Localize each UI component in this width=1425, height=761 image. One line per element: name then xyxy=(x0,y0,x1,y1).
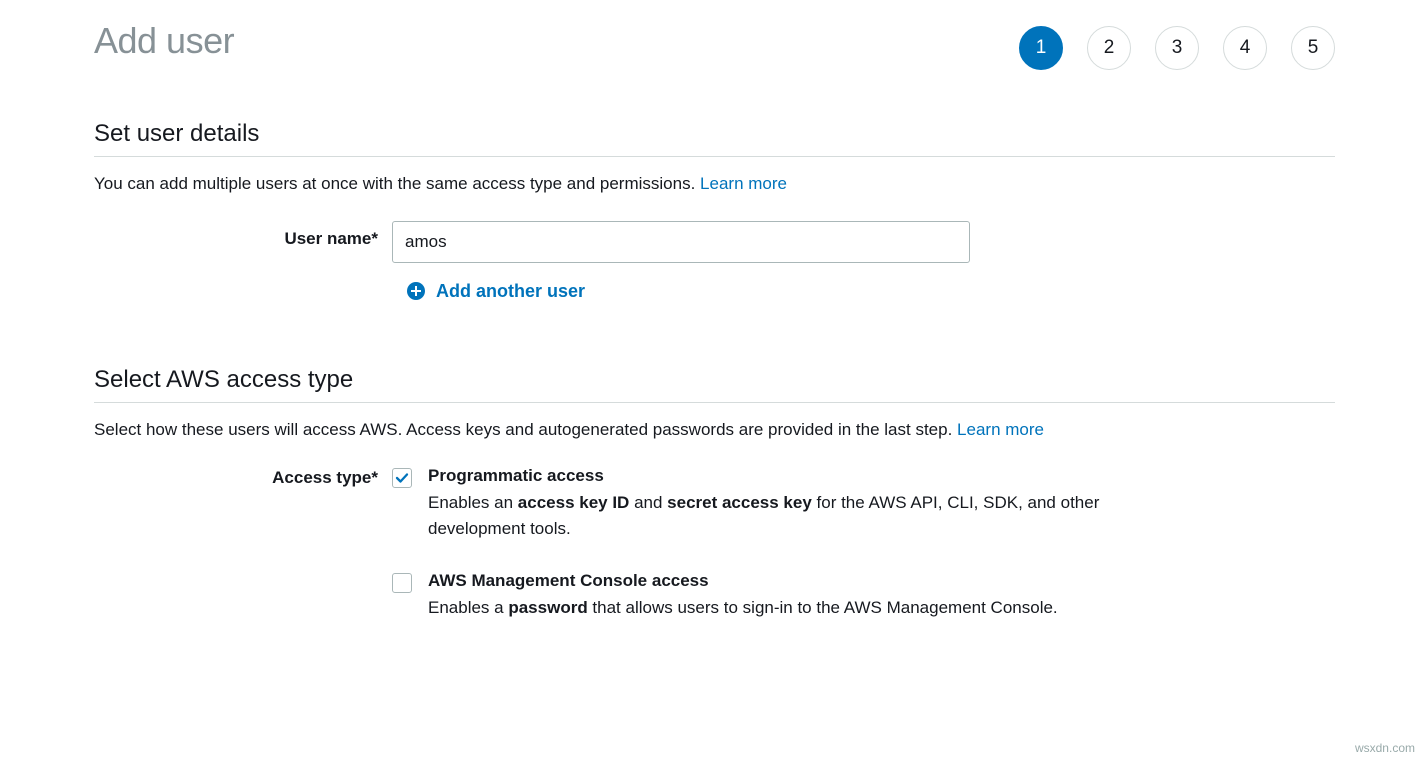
section-heading-access-type: Select AWS access type xyxy=(94,366,1335,403)
checkbox-programmatic-access[interactable] xyxy=(392,468,412,488)
check-icon xyxy=(395,471,409,485)
header-row: Add user 1 2 3 4 5 xyxy=(94,20,1335,70)
learn-more-link-details[interactable]: Learn more xyxy=(700,174,787,193)
section-heading-user-details: Set user details xyxy=(94,120,1335,157)
step-5[interactable]: 5 xyxy=(1291,26,1335,70)
add-another-user-button[interactable]: Add another user xyxy=(406,281,1335,302)
watermark: wsxdn.com xyxy=(1355,741,1415,755)
form-row-username: User name* xyxy=(94,221,1335,263)
option-desc-programmatic: Enables an access key ID and secret acce… xyxy=(428,490,1168,543)
option-desc-console: Enables a password that allows users to … xyxy=(428,595,1168,621)
wizard-stepper: 1 2 3 4 5 xyxy=(1019,26,1335,70)
option-title-console: AWS Management Console access xyxy=(428,571,1335,591)
step-3[interactable]: 3 xyxy=(1155,26,1199,70)
username-input[interactable] xyxy=(392,221,970,263)
option-title-programmatic: Programmatic access xyxy=(428,466,1335,486)
section-intro-access-type: Select how these users will access AWS. … xyxy=(94,417,1335,443)
intro-text-user-details: You can add multiple users at once with … xyxy=(94,174,700,193)
intro-text-access-type: Select how these users will access AWS. … xyxy=(94,420,957,439)
option-row-programmatic: Access type* Programmatic access Enables… xyxy=(94,466,1335,543)
step-1[interactable]: 1 xyxy=(1019,26,1063,70)
learn-more-link-access[interactable]: Learn more xyxy=(957,420,1044,439)
option-row-console: AWS Management Console access Enables a … xyxy=(94,571,1335,621)
add-another-user-label: Add another user xyxy=(436,281,585,302)
page-title: Add user xyxy=(94,20,234,62)
section-intro-user-details: You can add multiple users at once with … xyxy=(94,171,1335,197)
checkbox-console-access[interactable] xyxy=(392,573,412,593)
plus-circle-icon xyxy=(406,281,426,301)
label-access-type: Access type* xyxy=(94,466,392,488)
label-username: User name* xyxy=(94,221,392,249)
step-2[interactable]: 2 xyxy=(1087,26,1131,70)
step-4[interactable]: 4 xyxy=(1223,26,1267,70)
